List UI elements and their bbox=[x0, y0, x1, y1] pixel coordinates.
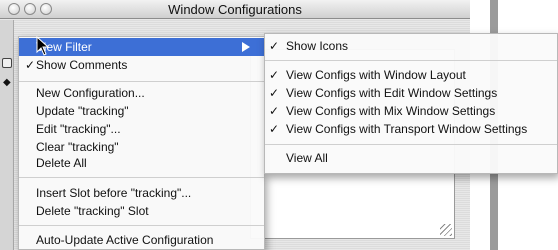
title-bar[interactable]: Window Configurations bbox=[0, 0, 470, 19]
resize-grip-icon[interactable] bbox=[440, 224, 452, 236]
menu-item-auto-update[interactable]: Auto-Update Active Configuration bbox=[19, 231, 264, 249]
menu-item-label: View Configs with Edit Window Settings bbox=[286, 86, 498, 100]
submenu-item-mix-window-settings[interactable]: ✓ View Configs with Mix Window Settings bbox=[265, 102, 557, 120]
checkmark-icon: ✓ bbox=[269, 68, 280, 82]
menu-item-label: Delete "tracking" Slot bbox=[36, 204, 149, 218]
menu-item-delete-all[interactable]: Delete All bbox=[19, 154, 264, 172]
menu-item-label: Auto-Update Active Configuration bbox=[36, 233, 214, 247]
checkmark-icon: ✓ bbox=[269, 104, 280, 118]
menu-separator bbox=[265, 144, 557, 145]
menu-item-insert-slot[interactable]: Insert Slot before "tracking"... bbox=[19, 184, 264, 202]
submenu-arrow-icon bbox=[242, 42, 250, 52]
menu-item-delete-slot[interactable]: Delete "tracking" Slot bbox=[19, 202, 264, 220]
menu-item-show-comments[interactable]: ✓ Show Comments bbox=[19, 56, 264, 74]
mouse-pointer-icon bbox=[36, 36, 50, 56]
menu-item-view-filter[interactable]: View Filter bbox=[19, 38, 264, 56]
submenu-item-edit-window-settings[interactable]: ✓ View Configs with Edit Window Settings bbox=[265, 84, 557, 102]
configurations-menu: View Filter ✓ Show Comments New Configur… bbox=[18, 36, 265, 250]
menu-item-update-tracking[interactable]: Update "tracking" bbox=[19, 102, 264, 120]
menu-separator bbox=[265, 60, 557, 61]
menu-item-edit-tracking[interactable]: Edit "tracking"... bbox=[19, 120, 264, 138]
submenu-item-view-all[interactable]: View All bbox=[265, 149, 557, 167]
checkmark-icon: ✓ bbox=[269, 122, 280, 136]
checkmark-icon: ✓ bbox=[269, 86, 280, 100]
menu-item-label: Insert Slot before "tracking"... bbox=[36, 186, 192, 200]
menu-item-label: View Configs with Window Layout bbox=[286, 68, 466, 82]
submenu-item-window-layout[interactable]: ✓ View Configs with Window Layout bbox=[265, 66, 557, 84]
menu-item-label: Edit "tracking"... bbox=[36, 122, 121, 136]
submenu-item-transport-window-settings[interactable]: ✓ View Configs with Transport Window Set… bbox=[265, 120, 557, 138]
menu-item-label: New Configuration... bbox=[36, 86, 145, 100]
checkmark-icon: ✓ bbox=[269, 39, 280, 53]
menu-item-label: View All bbox=[286, 151, 328, 165]
menu-item-new-configuration[interactable]: New Configuration... bbox=[19, 84, 264, 102]
configuration-icon[interactable] bbox=[2, 58, 12, 68]
view-filter-submenu: ✓ Show Icons ✓ View Configs with Window … bbox=[264, 33, 558, 174]
menu-item-label: Delete All bbox=[36, 156, 87, 170]
submenu-item-show-icons[interactable]: ✓ Show Icons bbox=[265, 37, 557, 55]
menu-separator bbox=[19, 81, 264, 82]
menu-separator bbox=[19, 225, 264, 226]
diamond-icon: ◆ bbox=[3, 77, 11, 88]
menu-item-label: View Configs with Transport Window Setti… bbox=[286, 122, 528, 136]
menu-item-label: View Configs with Mix Window Settings bbox=[286, 104, 496, 118]
menu-item-label: Show Icons bbox=[286, 39, 349, 53]
menu-item-label: Show Comments bbox=[36, 58, 128, 72]
menu-separator bbox=[19, 177, 264, 178]
configuration-list-column: ◆ bbox=[0, 20, 14, 250]
window-title: Window Configurations bbox=[168, 2, 302, 17]
menu-item-label: Update "tracking" bbox=[36, 104, 129, 118]
